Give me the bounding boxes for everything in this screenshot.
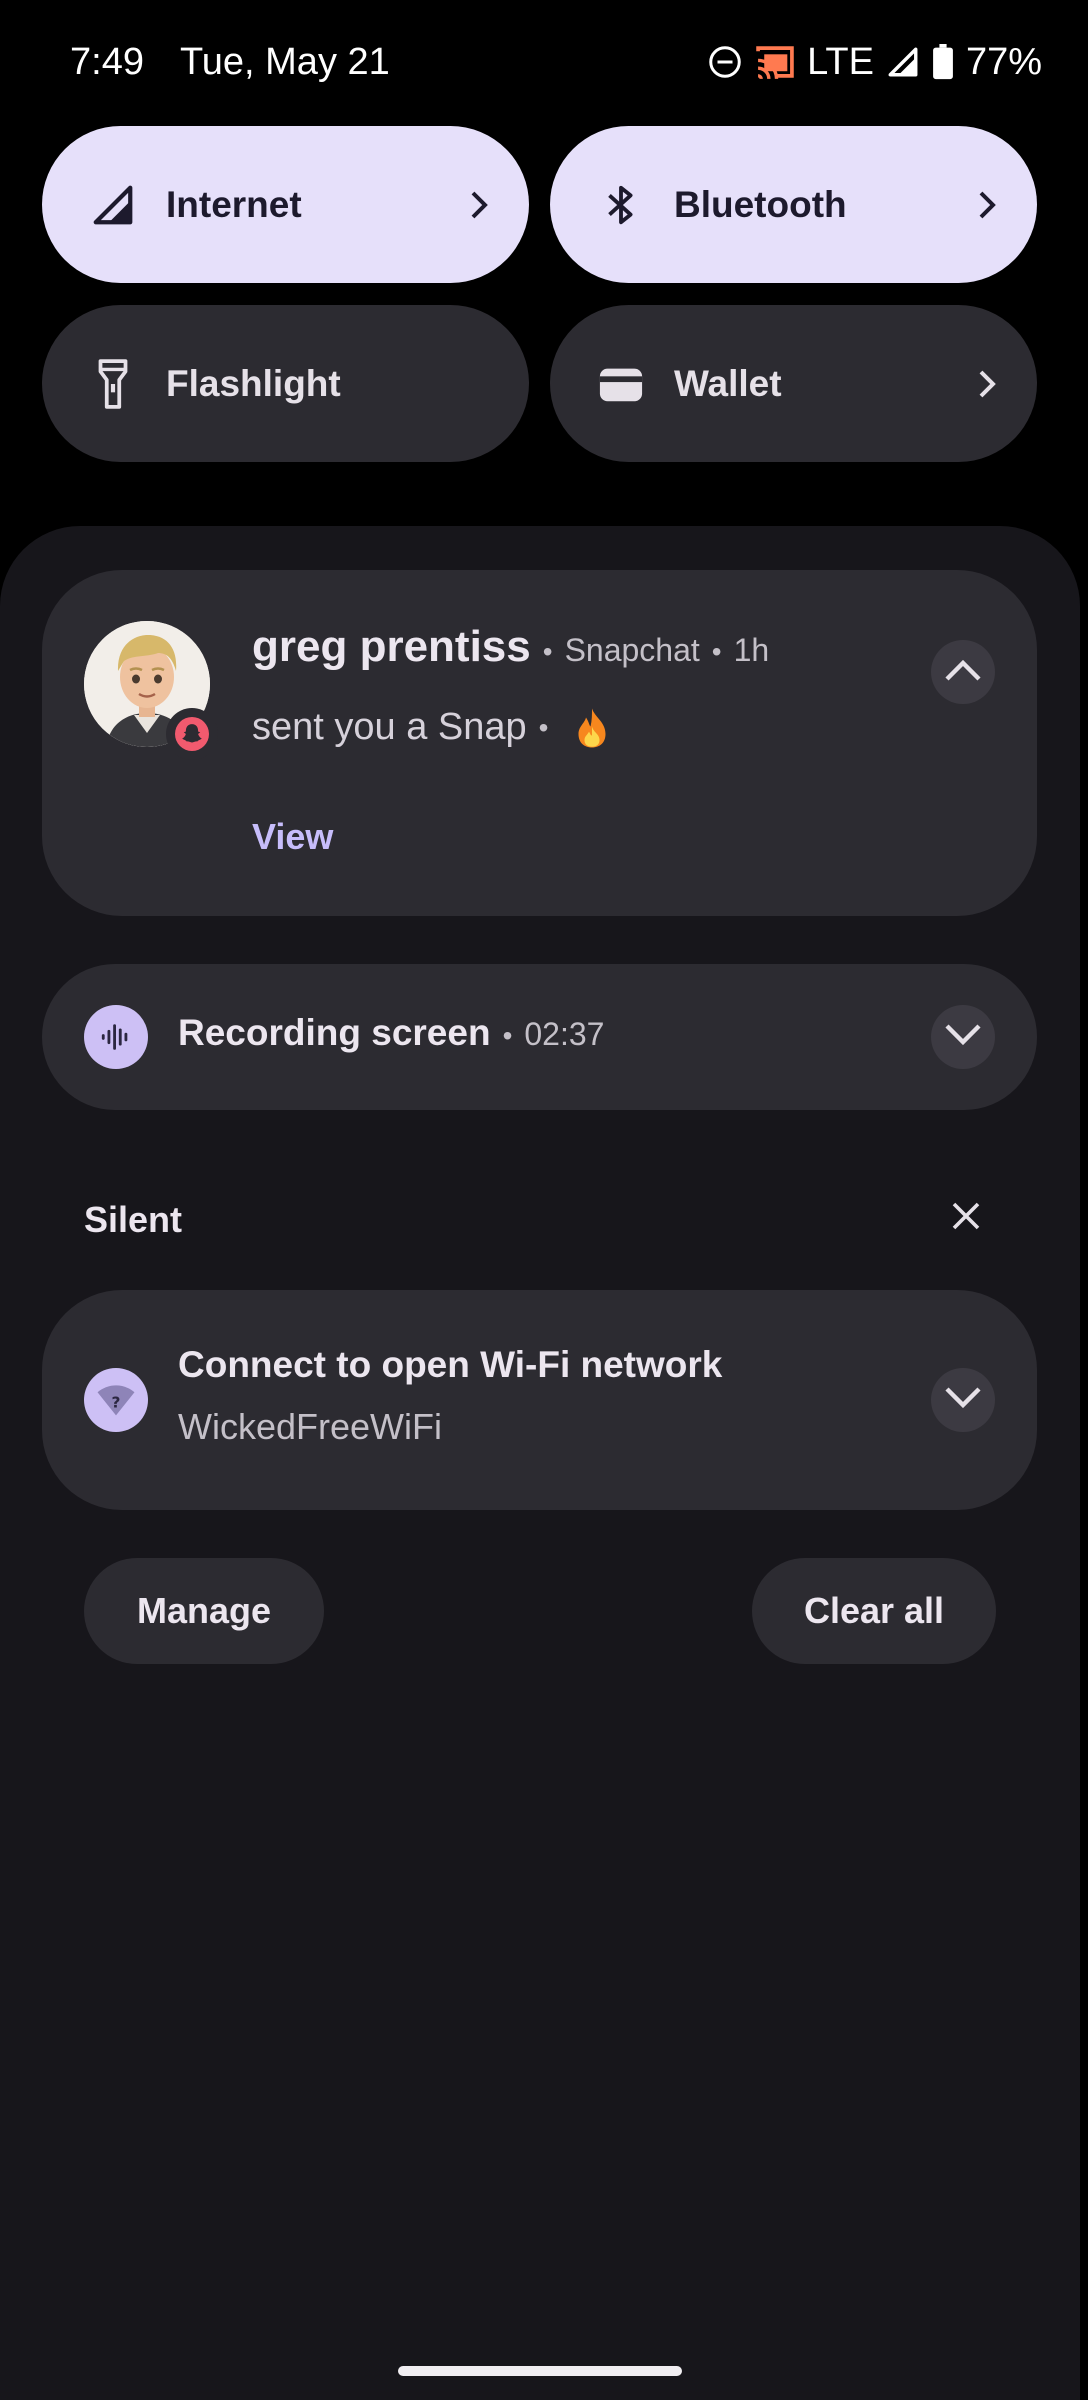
- tile-internet-label: Internet: [166, 183, 302, 225]
- recording-elapsed: 02:37: [524, 1016, 605, 1052]
- separator-dot: •: [711, 636, 722, 667]
- sender-name: greg prentiss: [252, 622, 531, 671]
- recording-text: Recording screen • 02:37: [178, 1012, 604, 1054]
- tile-flashlight-label: Flashlight: [166, 362, 341, 404]
- notification-time: 1h: [733, 632, 770, 668]
- notification-body: sent you a Snap •: [252, 706, 610, 749]
- recording-title: Recording screen: [178, 1012, 491, 1053]
- view-action-button[interactable]: View: [252, 816, 333, 858]
- wallet-icon: [596, 359, 646, 409]
- collapse-button[interactable]: [931, 640, 995, 704]
- notification-message: sent you a Snap: [252, 706, 527, 748]
- screen-recording-notification[interactable]: Recording screen • 02:37: [42, 964, 1037, 1110]
- status-date: Tue, May 21: [179, 40, 390, 83]
- chevron-right-icon: [465, 191, 493, 219]
- network-type: LTE: [807, 40, 874, 83]
- quick-settings-tiles: Internet Bluetooth Flashlight Wallet: [42, 126, 1037, 462]
- notification-header: greg prentiss • Snapchat • 1h: [252, 622, 769, 672]
- fire-emoji-icon: [574, 707, 610, 749]
- wifi-notification[interactable]: ? Connect to open Wi-Fi network WickedFr…: [42, 1290, 1037, 1510]
- tile-internet[interactable]: Internet: [42, 126, 529, 283]
- battery-level: 77%: [965, 40, 1042, 83]
- snapchat-icon: [166, 708, 218, 760]
- tile-wallet-label: Wallet: [674, 362, 782, 404]
- wifi-network-name: WickedFreeWiFi: [178, 1406, 443, 1447]
- signal-icon: [886, 45, 920, 79]
- wifi-question-icon: ?: [84, 1368, 148, 1432]
- clear-silent-button[interactable]: [946, 1198, 986, 1238]
- chevron-down-icon: [945, 1386, 981, 1414]
- audio-wave-icon: [84, 1005, 148, 1069]
- tile-flashlight[interactable]: Flashlight: [42, 305, 529, 462]
- svg-text:?: ?: [112, 1394, 121, 1412]
- tile-bluetooth[interactable]: Bluetooth: [550, 126, 1037, 283]
- snapchat-notification[interactable]: greg prentiss • Snapchat • 1h sent you a…: [42, 570, 1037, 916]
- separator-dot: •: [502, 1020, 513, 1051]
- tile-bluetooth-label: Bluetooth: [674, 183, 847, 225]
- expand-button[interactable]: [931, 1005, 995, 1069]
- wifi-notification-title: Connect to open Wi-Fi network: [178, 1344, 723, 1385]
- separator-dot: •: [538, 711, 549, 743]
- tile-wallet[interactable]: Wallet: [550, 305, 1037, 462]
- manage-button[interactable]: Manage: [84, 1558, 324, 1664]
- signal-icon: [88, 180, 138, 230]
- cast-icon: [755, 44, 795, 80]
- battery-icon: [932, 44, 954, 80]
- app-name: Snapchat: [564, 632, 700, 668]
- home-gesture-bar[interactable]: [398, 2366, 682, 2376]
- expand-button[interactable]: [931, 1368, 995, 1432]
- do-not-disturb-icon: [707, 44, 743, 80]
- status-time: 7:49: [70, 40, 144, 83]
- separator-dot: •: [542, 636, 553, 667]
- chevron-down-icon: [945, 1023, 981, 1051]
- status-bar: 7:49 Tue, May 21 LTE 77%: [0, 0, 1088, 124]
- chevron-up-icon: [945, 659, 981, 686]
- silent-section-label: Silent: [84, 1199, 183, 1240]
- clear-all-button[interactable]: Clear all: [752, 1558, 996, 1664]
- close-icon: [952, 1202, 980, 1235]
- chevron-right-icon: [973, 370, 1001, 398]
- chevron-right-icon: [973, 191, 1001, 219]
- bluetooth-icon: [596, 180, 646, 230]
- flashlight-icon: [88, 358, 138, 409]
